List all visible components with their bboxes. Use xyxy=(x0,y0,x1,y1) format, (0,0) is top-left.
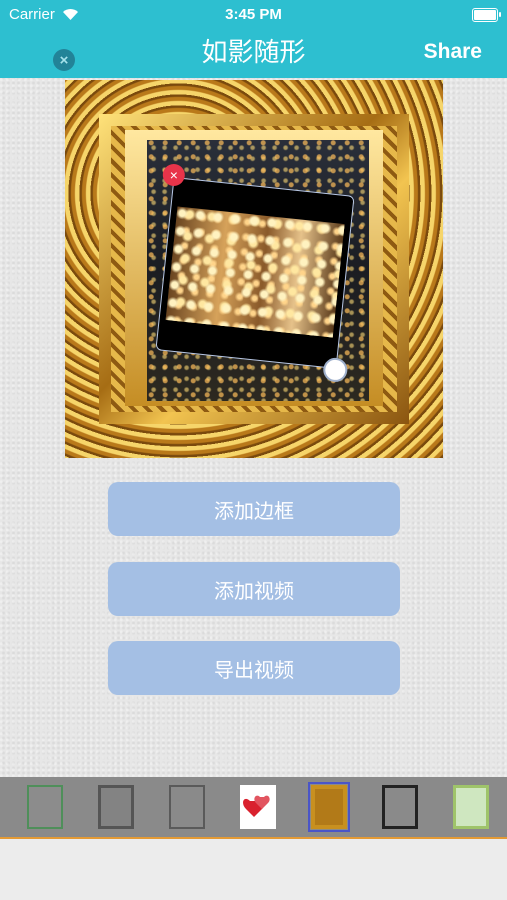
frame-picker[interactable] xyxy=(0,777,507,839)
add-video-button[interactable]: 添加视频 xyxy=(108,562,400,616)
status-bar: Carrier 3:45 PM xyxy=(0,5,507,25)
delete-sticker-icon[interactable]: × xyxy=(162,163,185,186)
hearts-icon xyxy=(243,795,270,817)
clock: 3:45 PM xyxy=(225,6,282,23)
frame-thumb-gold-ornate[interactable] xyxy=(308,782,350,832)
frame-thumb-gray-plain[interactable] xyxy=(169,785,205,829)
share-button[interactable]: Share xyxy=(424,40,482,64)
close-icon[interactable]: × xyxy=(53,49,75,71)
frame-thumb-black-grunge[interactable] xyxy=(382,785,418,829)
frame-thumb-gray-grunge[interactable] xyxy=(98,785,134,829)
add-frame-button[interactable]: 添加边框 xyxy=(108,482,400,536)
export-video-button[interactable]: 导出视频 xyxy=(108,641,400,695)
battery-icon xyxy=(472,8,501,22)
frame-thumb-floral-vine[interactable] xyxy=(453,785,489,829)
video-preview xyxy=(165,206,345,338)
bottom-area xyxy=(0,839,507,900)
frame-thumb-green-corners[interactable] xyxy=(27,785,63,829)
frame-thumb-hearts[interactable] xyxy=(240,785,276,829)
navigation-header: Carrier 3:45 PM 如影随形 Share xyxy=(0,0,507,78)
video-sticker[interactable]: × xyxy=(155,163,355,384)
